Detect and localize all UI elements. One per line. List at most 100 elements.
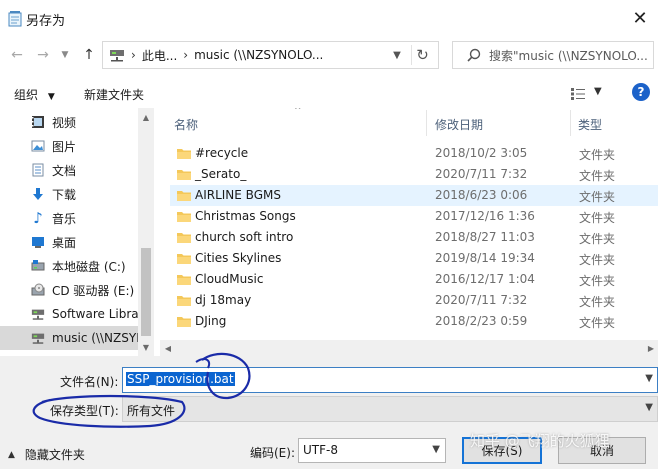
scroll-right-icon[interactable]: ▶ (646, 343, 656, 353)
address-dropdown[interactable]: ▼ (389, 47, 405, 63)
sidebar-scrollbar[interactable]: ▲ ▼ (138, 108, 154, 356)
column-divider[interactable] (570, 110, 571, 136)
sidebar-item-downloads[interactable]: 下载 (0, 182, 138, 206)
folder-icon (176, 293, 192, 307)
notepad-icon (8, 11, 22, 27)
file-date: 2018/10/2 3:05 (435, 146, 528, 160)
address-bar[interactable]: › 此电... › music (\\NZSYNOLO... ▼ ↻ (102, 41, 439, 69)
sidebar-item-label: 视频 (52, 115, 77, 130)
scrollbar-thumb[interactable] (141, 248, 151, 336)
table-row[interactable]: #recycle 2018/10/2 3:05 文件夹 (170, 143, 658, 164)
sidebar-item-label: CD 驱动器 (E:) (52, 283, 135, 298)
music-icon: ♪ (33, 209, 43, 227)
breadcrumb-separator: › (131, 48, 136, 62)
column-date-modified[interactable]: 修改日期 (435, 116, 483, 133)
file-type: 文件夹 (579, 274, 616, 288)
sidebar-item-pictures[interactable]: 图片 (0, 134, 138, 158)
sidebar-item-cd-drive-e[interactable]: CD 驱动器 (E:) (0, 278, 138, 302)
back-button[interactable]: ← (6, 44, 28, 66)
file-name: dj 18may (195, 293, 252, 307)
sidebar-item-label: 图片 (52, 139, 77, 154)
sidebar-item-documents[interactable]: 文档 (0, 158, 138, 182)
view-details-icon[interactable] (570, 87, 586, 101)
table-row[interactable]: Christmas Songs 2017/12/16 1:36 文件夹 (170, 206, 658, 227)
horizontal-scrollbar[interactable]: ◀ ▶ (160, 340, 658, 356)
file-date: 2020/7/11 7:32 (435, 293, 528, 307)
close-button[interactable]: ✕ (624, 4, 656, 32)
file-date: 2018/6/23 0:06 (435, 188, 528, 202)
organize-button[interactable]: 组织 ▼ (14, 86, 55, 103)
folder-icon (176, 209, 192, 223)
desktop-icon (30, 234, 46, 250)
arrow-up-icon: ↑ (83, 47, 95, 63)
breadcrumb-separator: › (183, 48, 189, 62)
column-name[interactable]: 名称 (174, 116, 198, 133)
file-date: 2016/12/17 1:04 (435, 272, 535, 286)
sidebar-item-label: Software Library (52, 307, 151, 321)
sidebar-item-local-disk-c[interactable]: 本地磁盘 (C:) (0, 254, 138, 278)
sidebar-item-music[interactable]: ♪ 音乐 (0, 206, 138, 230)
file-name: CloudMusic (195, 272, 264, 286)
breadcrumb-this-pc[interactable]: 此电... (142, 47, 177, 64)
table-row[interactable]: dj 18may 2020/7/11 7:32 文件夹 (170, 290, 658, 311)
title-bar: 另存为 ✕ (0, 0, 658, 38)
filename-value: SSP_provision.bat (126, 372, 235, 386)
network-drive-icon (110, 50, 124, 62)
sidebar-item-label: 下载 (52, 187, 77, 202)
chevron-down-icon[interactable]: ▼ (594, 86, 602, 97)
sidebar-item-label: 音乐 (52, 211, 77, 226)
table-row[interactable]: _Serato_ 2020/7/11 7:32 文件夹 (170, 164, 658, 185)
filename-label: 文件名(N): (60, 375, 119, 389)
pictures-icon (30, 138, 46, 154)
hide-folders-toggle[interactable]: ▲ 隐藏文件夹 (8, 446, 85, 463)
sidebar-item-videos[interactable]: 视频 (0, 110, 138, 134)
filename-input[interactable]: SSP_provision.bat ▼ (122, 367, 658, 393)
chevron-down-icon: ▼ (645, 402, 653, 413)
file-name: Cities Skylines (195, 251, 282, 265)
recent-locations-button[interactable]: ▼ (54, 44, 76, 66)
scroll-down-icon[interactable]: ▼ (141, 342, 151, 352)
sidebar-item-label: 桌面 (52, 235, 77, 250)
folder-icon (176, 272, 192, 286)
help-icon: ? (637, 85, 645, 99)
table-row[interactable]: AIRLINE BGMS 2018/6/23 0:06 文件夹 (170, 185, 658, 206)
filetype-select[interactable]: 所有文件 ▼ (122, 396, 658, 422)
sidebar-item-software-library[interactable]: Software Library (0, 302, 151, 326)
sort-ascending-icon: ^ (294, 108, 302, 116)
organize-label: 组织 (14, 88, 39, 102)
folder-icon (176, 167, 192, 181)
scroll-up-icon[interactable]: ▲ (141, 112, 151, 122)
sidebar-item-desktop[interactable]: 桌面 (0, 230, 138, 254)
chevron-down-icon: ▼ (61, 50, 69, 60)
forward-button[interactable]: → (32, 44, 54, 66)
refresh-button[interactable]: ↻ (411, 45, 433, 65)
file-date: 2018/8/27 11:03 (435, 230, 535, 244)
file-date: 2019/8/14 19:34 (435, 251, 535, 265)
network-drive-icon (30, 306, 46, 322)
file-name: _Serato_ (195, 167, 247, 181)
search-box[interactable]: 搜索"music (\\NZSYNOLO... (452, 41, 654, 69)
table-row[interactable]: CloudMusic 2016/12/17 1:04 文件夹 (170, 269, 658, 290)
encoding-select[interactable]: UTF-8 ▼ (298, 438, 446, 463)
file-list: ^ 名称 修改日期 类型 #recycle 2018/10/2 3:05 文件夹 _S… (160, 108, 658, 356)
file-type: 文件夹 (579, 295, 616, 309)
window-title: 另存为 (26, 14, 66, 29)
table-row[interactable]: Cities Skylines 2019/8/14 19:34 文件夹 (170, 248, 658, 269)
help-button[interactable]: ? (632, 83, 650, 101)
table-row[interactable]: church soft intro 2018/8/27 11:03 文件夹 (170, 227, 658, 248)
file-type: 文件夹 (579, 190, 616, 204)
file-type: 文件夹 (579, 253, 616, 267)
table-row[interactable]: DJing 2018/2/23 0:59 文件夹 (170, 311, 658, 332)
new-folder-button[interactable]: 新建文件夹 (84, 86, 144, 103)
breadcrumb-music[interactable]: music (\\NZSYNOLO... (194, 48, 323, 62)
column-type[interactable]: 类型 (578, 116, 602, 133)
documents-icon (30, 162, 46, 178)
up-button[interactable]: ↑ (78, 44, 100, 66)
chevron-down-icon[interactable]: ▼ (645, 373, 653, 384)
scroll-left-icon[interactable]: ◀ (163, 343, 173, 353)
column-divider[interactable] (426, 110, 427, 136)
chevron-down-icon: ▼ (47, 92, 55, 102)
filetype-label: 保存类型(T): (50, 404, 119, 418)
sidebar-item-music-network[interactable]: music (\\NZSYNOLOGY) (0, 326, 154, 350)
file-name: Christmas Songs (195, 209, 296, 223)
